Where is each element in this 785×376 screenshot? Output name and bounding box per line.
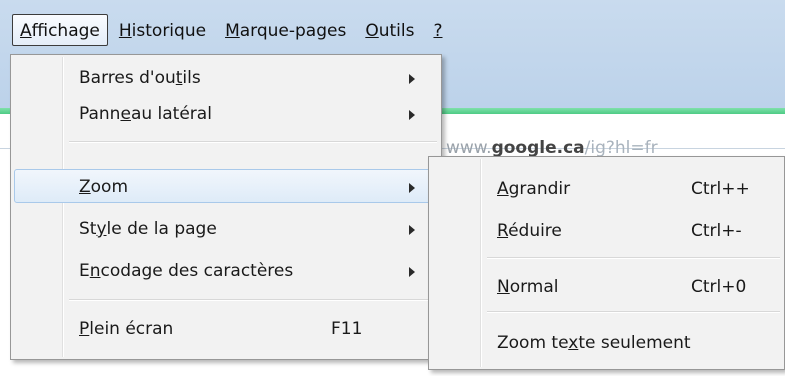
menu-affichage[interactable]: Affichage bbox=[12, 14, 108, 46]
url-domain: google.ca bbox=[491, 138, 585, 158]
menu-item-fullscreen[interactable]: Plein écran F11 bbox=[14, 311, 438, 345]
url-prefix: www. bbox=[446, 138, 492, 158]
menu-item-zoom-text-only[interactable]: Zoom texte seulement bbox=[432, 325, 781, 359]
menu-outils[interactable]: Outils bbox=[357, 14, 422, 46]
menu-item-page-style[interactable]: Style de la page bbox=[14, 211, 438, 245]
menu-item-sidebar[interactable]: Panneau latéral bbox=[14, 96, 438, 130]
url-text: www.google.ca/ig?hl=fr bbox=[446, 138, 658, 158]
menu-historique[interactable]: Historique bbox=[111, 14, 214, 46]
menu-separator bbox=[487, 311, 780, 313]
submenu-arrow-icon bbox=[409, 225, 415, 235]
submenu-arrow-icon bbox=[409, 74, 415, 84]
submenu-arrow-icon bbox=[409, 183, 415, 193]
url-path: /ig?hl=fr bbox=[584, 138, 658, 158]
menu-item-zoom-in[interactable]: Agrandir Ctrl++ bbox=[432, 171, 781, 205]
shortcut-text: Ctrl+- bbox=[691, 221, 742, 241]
menu-marque-pages[interactable]: Marque-pages bbox=[217, 14, 354, 46]
view-menu: Barres d'outils Panneau latéral Zoom Sty… bbox=[10, 54, 442, 360]
shortcut-text: Ctrl++ bbox=[691, 179, 750, 199]
menu-help[interactable]: ? bbox=[425, 14, 450, 46]
menu-bar: Affichage Historique Marque-pages Outils… bbox=[0, 10, 785, 50]
submenu-arrow-icon bbox=[409, 110, 415, 120]
menu-item-zoom-reset[interactable]: Normal Ctrl+0 bbox=[432, 269, 781, 303]
zoom-submenu: Agrandir Ctrl++ Réduire Ctrl+- Normal Ct… bbox=[428, 156, 785, 370]
menu-item-encoding[interactable]: Encodage des caractères bbox=[14, 253, 438, 287]
menu-separator bbox=[69, 141, 437, 143]
shortcut-text: Ctrl+0 bbox=[691, 277, 747, 297]
submenu-arrow-icon bbox=[409, 267, 415, 277]
menu-separator bbox=[69, 299, 437, 301]
shortcut-text: F11 bbox=[331, 319, 363, 339]
menu-separator bbox=[487, 257, 780, 259]
menu-item-zoom[interactable]: Zoom bbox=[14, 169, 438, 203]
menu-item-toolbars[interactable]: Barres d'outils bbox=[14, 60, 438, 94]
menu-item-zoom-out[interactable]: Réduire Ctrl+- bbox=[432, 213, 781, 247]
